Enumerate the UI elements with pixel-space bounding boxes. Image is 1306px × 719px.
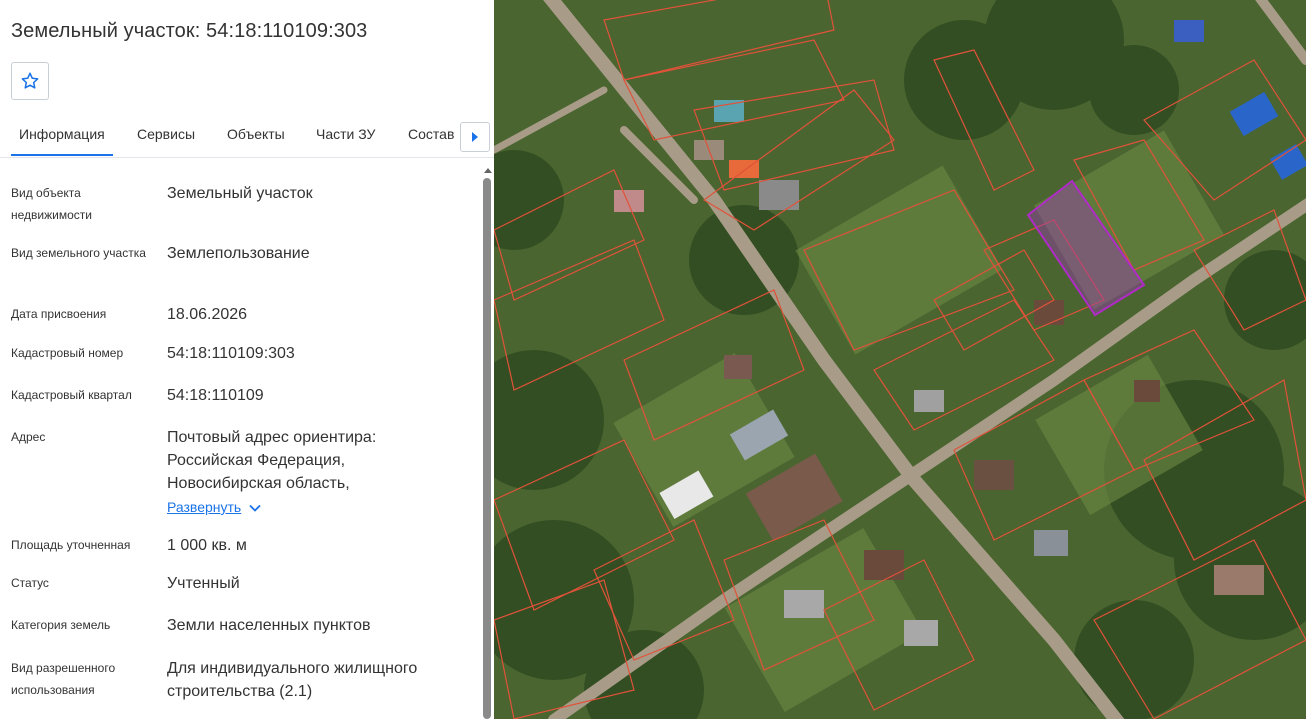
row-label: Площадь уточненная	[11, 538, 131, 552]
caret-right-icon	[472, 132, 478, 142]
tab-scroll-right-button[interactable]	[460, 122, 490, 152]
tab-composition[interactable]: Состав	[400, 112, 462, 156]
row-value: Для индивидуального жилищного строительс…	[167, 660, 418, 700]
row-label: Адрес	[11, 430, 46, 444]
expand-link[interactable]: Развернуть	[167, 496, 261, 519]
tab-bar: Информация Сервисы Объекты Части ЗУ Сост…	[0, 112, 494, 158]
tab-parts[interactable]: Части ЗУ	[308, 112, 383, 156]
row-value: 54:18:110109:303	[167, 345, 295, 362]
row-label: Вид земельного участка	[11, 246, 146, 260]
row-value: Землепользование	[167, 245, 310, 262]
info-panel: Земельный участок: 54:18:110109:303 Инфо…	[0, 0, 494, 719]
row-value: Почтовый адрес ориентира: Российская Фед…	[167, 429, 377, 492]
row-value: Земли населенных пунктов	[167, 617, 371, 634]
row-value: 18.06.2026	[167, 306, 248, 323]
star-outline-icon	[21, 72, 39, 89]
satellite-map[interactable]	[494, 0, 1306, 719]
scroll-up-arrow-icon[interactable]	[484, 168, 492, 173]
page-title: Земельный участок: 54:18:110109:303	[11, 20, 368, 42]
expand-wrapper: Развернуть	[167, 496, 467, 519]
tab-services[interactable]: Сервисы	[129, 112, 203, 156]
row-value: 1 000 кв. м	[167, 537, 247, 554]
row-label: Кадастровый квартал	[11, 388, 132, 402]
row-label: Вид объекта недвижимости	[11, 186, 92, 222]
row-label: Категория земель	[11, 618, 111, 632]
favorite-button[interactable]	[11, 62, 49, 100]
tab-objects[interactable]: Объекты	[219, 112, 293, 156]
tab-information[interactable]: Информация	[11, 112, 113, 156]
chevron-down-icon	[249, 504, 261, 512]
map-view[interactable]	[494, 0, 1306, 719]
row-label: Кадастровый номер	[11, 346, 124, 360]
expand-label: Развернуть	[167, 499, 242, 515]
attribute-list: Вид объекта недвижимости Земельный участ…	[0, 158, 480, 719]
row-label: Дата присвоения	[11, 307, 107, 321]
row-label: Статус	[11, 576, 49, 590]
row-value: Земельный участок	[167, 185, 313, 202]
row-value: Учтенный	[167, 575, 240, 592]
scrollbar-thumb[interactable]	[483, 178, 491, 719]
row-label: Вид разрешенного использования	[11, 661, 116, 697]
row-value: 54:18:110109	[167, 387, 264, 404]
